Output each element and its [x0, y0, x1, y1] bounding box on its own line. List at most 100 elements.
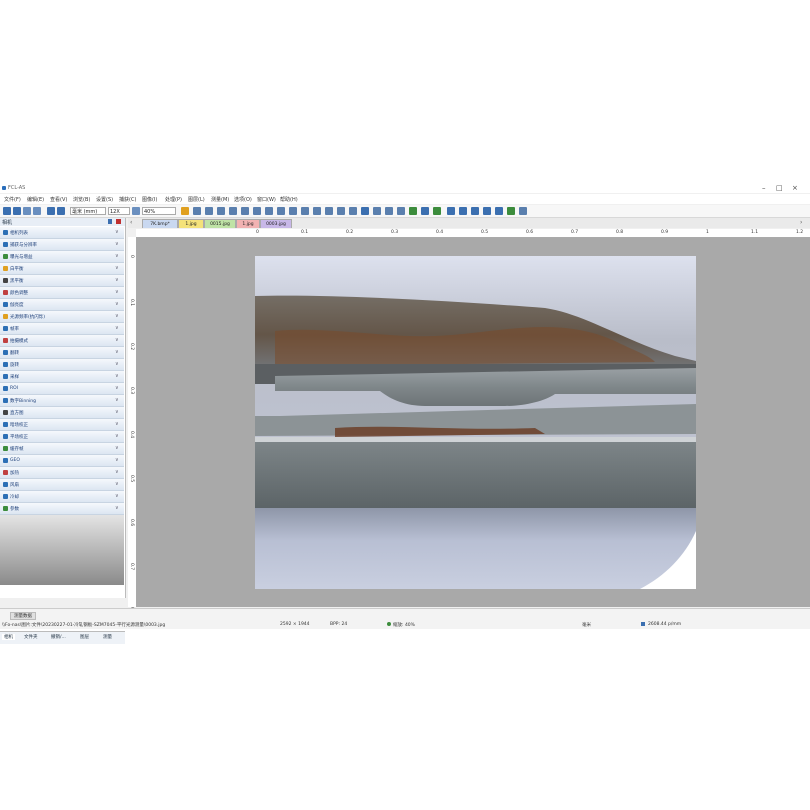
close-button[interactable]: ×	[792, 184, 798, 192]
chevron-down-icon[interactable]: ∨	[115, 325, 119, 331]
chevron-down-icon[interactable]: ∨	[115, 277, 119, 283]
polyline-tool-icon[interactable]	[241, 207, 249, 215]
menu-edit[interactable]: 编辑(E)	[27, 196, 44, 203]
open-icon[interactable]	[3, 207, 11, 215]
arc-tool-icon[interactable]	[301, 207, 309, 215]
ellipse-tool-icon[interactable]	[277, 207, 285, 215]
report-icon[interactable]	[495, 207, 503, 215]
image-canvas[interactable]	[137, 238, 810, 607]
menu-settings[interactable]: 设置(S)	[96, 196, 113, 203]
doc-tab-1-jpg[interactable]: 1.jpg	[178, 219, 204, 228]
doc-tab-0003-jpg[interactable]: 0003.jpg	[260, 219, 292, 228]
panel-item[interactable]: 旋转 ∨	[0, 359, 124, 371]
fit-icon[interactable]	[409, 207, 417, 215]
record-icon[interactable]	[33, 207, 41, 215]
menu-layer[interactable]: 图层(L)	[188, 196, 205, 203]
stitch-icon[interactable]	[507, 207, 515, 215]
menu-process[interactable]: 处理(P)	[165, 196, 182, 203]
grid-icon[interactable]	[47, 207, 55, 215]
chevron-down-icon[interactable]: ∨	[115, 229, 119, 235]
more-tools-icon[interactable]	[519, 207, 527, 215]
menu-view[interactable]: 查看(V)	[50, 196, 67, 203]
layout-icon[interactable]	[57, 207, 65, 215]
export-icon[interactable]	[459, 207, 467, 215]
chevron-down-icon[interactable]: ∨	[115, 397, 119, 403]
shape-tool-icon[interactable]	[373, 207, 381, 215]
panel-item[interactable]: 光源频率(抗闪烁) ∨	[0, 311, 124, 323]
doc-tab-0015-jpg[interactable]: 0015.jpg	[204, 219, 236, 228]
zoom-select[interactable]: 40%	[142, 207, 176, 215]
doc-tab-1-jpg-b[interactable]: 1.jpg	[236, 219, 260, 228]
menu-help[interactable]: 帮助(H)	[280, 196, 298, 203]
text-tool-icon[interactable]	[361, 207, 369, 215]
chevron-down-icon[interactable]: ∨	[115, 457, 119, 463]
circle-tool-icon[interactable]	[289, 207, 297, 215]
measurement-data-tab[interactable]: 测量数据	[10, 612, 36, 620]
menu-measure[interactable]: 测量(M)	[211, 196, 229, 203]
histogram-icon[interactable]	[471, 207, 479, 215]
chevron-down-icon[interactable]: ∨	[115, 289, 119, 295]
objective-select[interactable]: 12X	[108, 207, 130, 215]
menu-image[interactable]: 图像(I)	[142, 196, 157, 203]
panel-item[interactable]: 伽亮度 ∨	[0, 299, 124, 311]
measure-table-icon[interactable]	[447, 207, 455, 215]
panel-item[interactable]: 曝光与增益 ∨	[0, 251, 124, 263]
menu-browse[interactable]: 浏览(B)	[73, 196, 90, 203]
capture-icon[interactable]	[23, 207, 31, 215]
chevron-down-icon[interactable]: ∨	[115, 469, 119, 475]
chevron-down-icon[interactable]: ∨	[115, 481, 119, 487]
doc-tab-7k-bmp[interactable]: 7K.bmp*	[142, 219, 178, 228]
undo-icon[interactable]	[385, 207, 393, 215]
panel-item[interactable]: 白平衡 ∨	[0, 263, 124, 275]
menu-options[interactable]: 选项(O)	[234, 196, 252, 203]
angle-tool-icon[interactable]	[229, 207, 237, 215]
chevron-down-icon[interactable]: ∨	[115, 241, 119, 247]
menu-file[interactable]: 文件(F)	[4, 196, 21, 203]
panel-item[interactable]: 颜色调整 ∨	[0, 287, 124, 299]
panel-item[interactable]: ROI ∨	[0, 383, 124, 395]
save-icon[interactable]	[13, 207, 21, 215]
panel-item[interactable]: 捕获与分辨率 ∨	[0, 239, 124, 251]
calibrate-icon[interactable]	[433, 207, 441, 215]
minimize-button[interactable]: –	[762, 184, 766, 192]
panel-item[interactable]: 冷却 ∨	[0, 491, 124, 503]
chevron-down-icon[interactable]: ∨	[115, 445, 119, 451]
panel-item[interactable]: 翻转 ∨	[0, 347, 124, 359]
panel-tab-camera[interactable]: 相机	[2, 634, 15, 640]
rect-tool-icon[interactable]	[265, 207, 273, 215]
panel-item[interactable]: 加热 ∨	[0, 467, 124, 479]
chevron-down-icon[interactable]: ∨	[115, 505, 119, 511]
point-tool-icon[interactable]	[205, 207, 213, 215]
chevron-down-icon[interactable]: ∨	[115, 373, 119, 379]
polygon-tool-icon[interactable]	[313, 207, 321, 215]
redo-icon[interactable]	[397, 207, 405, 215]
line-tool-icon[interactable]	[217, 207, 225, 215]
unit-select[interactable]: 毫米 (mm)	[70, 207, 106, 215]
brush-tool-icon[interactable]	[337, 207, 345, 215]
panel-item[interactable]: 缓存帧 ∨	[0, 443, 124, 455]
panel-tab-folder[interactable]: 文件夹	[24, 634, 38, 640]
chevron-down-icon[interactable]: ∨	[115, 361, 119, 367]
panel-item[interactable]: 采样 ∨	[0, 371, 124, 383]
panel-item[interactable]: 直方图 ∨	[0, 407, 124, 419]
magnification-icon[interactable]	[132, 207, 140, 215]
chevron-down-icon[interactable]: ∨	[115, 313, 119, 319]
chevron-down-icon[interactable]: ∨	[115, 253, 119, 259]
menu-capture[interactable]: 捕获(C)	[119, 196, 136, 203]
select-tool-icon[interactable]	[181, 207, 189, 215]
curve-tool-icon[interactable]	[325, 207, 333, 215]
parallel-tool-icon[interactable]	[253, 207, 261, 215]
chevron-down-icon[interactable]: ∨	[115, 349, 119, 355]
panel-item[interactable]: 拍摄模式 ∨	[0, 335, 124, 347]
panel-item[interactable]: 黑平衡 ∨	[0, 275, 124, 287]
panel-tab-undo[interactable]: 撤销/...	[51, 634, 66, 640]
panel-item[interactable]: 相机列表 ∨	[0, 227, 124, 239]
panel-item[interactable]: 数字Binning ∨	[0, 395, 124, 407]
tab-scroll-left-icon[interactable]: ‹	[130, 219, 132, 226]
menu-window[interactable]: 窗口(W)	[257, 196, 276, 203]
panel-item[interactable]: 暗场校正 ∨	[0, 419, 124, 431]
chevron-down-icon[interactable]: ∨	[115, 337, 119, 343]
panel-pin-icon[interactable]	[108, 219, 112, 224]
chevron-down-icon[interactable]: ∨	[115, 385, 119, 391]
panel-item[interactable]: 参数 ∨	[0, 503, 124, 515]
